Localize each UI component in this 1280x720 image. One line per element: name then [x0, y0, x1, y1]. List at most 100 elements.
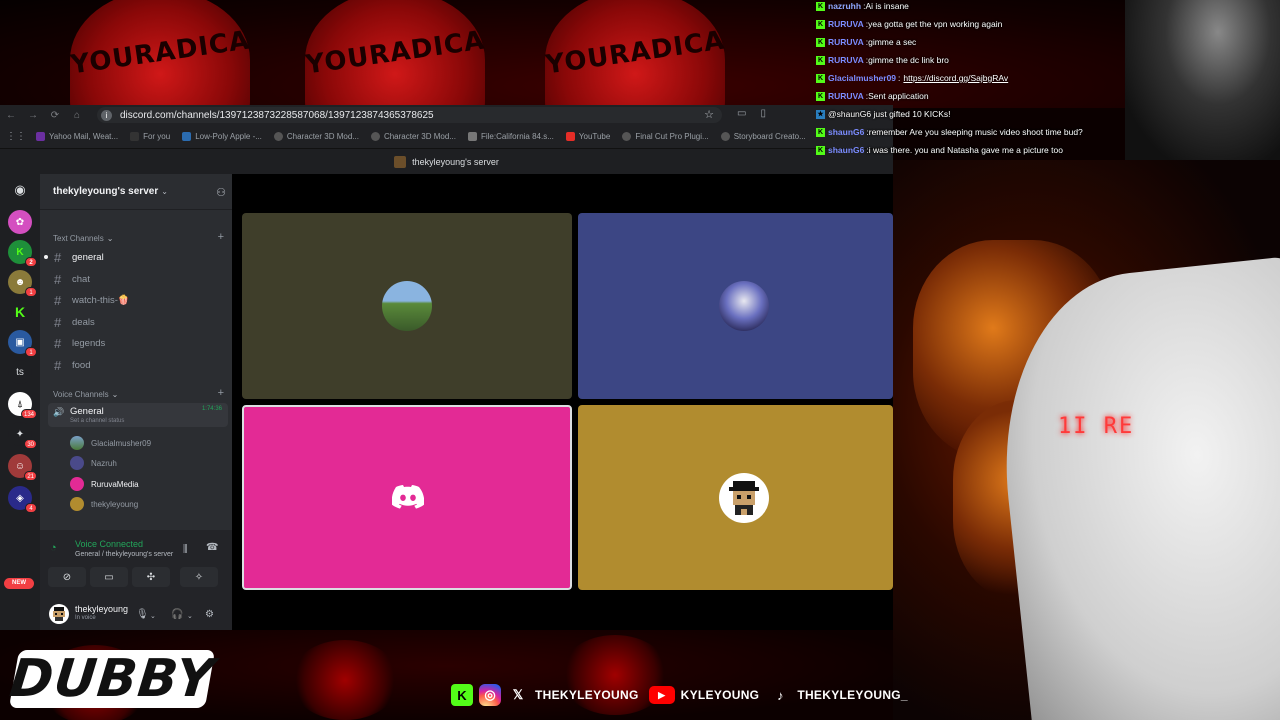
channel-chat[interactable]: # chat [48, 269, 228, 289]
microphone-icon[interactable]: 🎙 [136, 609, 149, 620]
bookmark-item[interactable]: For you [130, 132, 170, 141]
chat-message: KshaunG6: i was there. you and Natasha g… [816, 145, 1063, 155]
bookmark-item[interactable]: Final Cut Pro Plugi... [622, 132, 709, 141]
chevron-down-icon: ⌄ [111, 390, 119, 399]
voice-channel-general[interactable]: 🔊 General 1:74:36 Set a channel status [48, 403, 228, 427]
server-rail: ◉ ✿ K2 ☻ 1 K ▣ 1 ts ⍋ 134 ✦ 30 ☺ 21 ◈ 4 NEW [0, 174, 40, 630]
server-icon[interactable]: ☺ 21 [8, 454, 37, 481]
activities-button[interactable]: ✣ [132, 567, 170, 587]
tiktok-icon: ♪ [777, 687, 784, 703]
reload-icon[interactable]: ⟳ [44, 110, 66, 121]
call-timer: 1:74:36 [201, 406, 222, 412]
back-icon[interactable]: ← [0, 110, 22, 121]
voice-connected-panel: ◔ Voice Connected General / thekyleyoung… [40, 530, 232, 600]
discord-home-icon[interactable]: ◉ [8, 178, 32, 202]
hash-icon: # [54, 314, 62, 330]
server-name: thekyleyoung's server [53, 186, 159, 197]
youtube-icon: ▶ [648, 686, 675, 704]
chevron-down-icon[interactable]: ⌄ [150, 612, 156, 620]
new-badge: NEW [4, 578, 34, 589]
avatar [70, 497, 84, 511]
globe-icon [622, 132, 632, 141]
avatar[interactable] [49, 604, 69, 624]
globe-icon [370, 132, 380, 141]
bookmark-item[interactable]: Yahoo Mail, Weat... [36, 132, 118, 141]
channel-sidebar: thekyleyoung's server ⌄ ⚇ Text Channels ⌄… [40, 174, 232, 630]
extensions-icon[interactable]: ▭ [737, 108, 746, 119]
user-status: In voice [75, 615, 96, 621]
video-off-button[interactable]: ⊘ [48, 567, 86, 587]
server-icon[interactable]: K [8, 300, 32, 324]
participant-tile-speaking[interactable] [242, 405, 572, 590]
led-sign: 1I RE [1058, 414, 1135, 439]
bookmark-item[interactable]: Character 3D Mod... [370, 132, 456, 141]
voice-user[interactable]: Glacialmusher09 [70, 434, 220, 452]
chevron-down-icon: ⌄ [106, 234, 114, 243]
chat-message: KshaunG6: remember Are you sleeping musi… [816, 127, 1083, 137]
server-icon[interactable]: ⍋ 134 [8, 392, 37, 419]
voice-user[interactable]: Nazruh [70, 454, 220, 472]
disconnect-icon[interactable]: ☎ [206, 542, 218, 553]
globe-icon [273, 132, 283, 141]
poly-icon [182, 132, 192, 141]
address-input[interactable]: i discord.com/channels/13971238732285870… [97, 107, 722, 123]
home-icon[interactable]: ⌂ [66, 110, 88, 121]
kick-badge-icon: K [816, 127, 825, 137]
channel-legends[interactable]: # legends [48, 333, 228, 353]
bookmark-star-icon[interactable]: ☆ [704, 108, 714, 121]
server-icon[interactable]: ◈ 4 [8, 486, 37, 513]
soundboard-button[interactable]: ✧ [180, 567, 218, 587]
server-icon[interactable]: ts [8, 360, 32, 384]
hat-graphic: YOURADICA [304, 0, 487, 108]
participant-tile[interactable] [242, 213, 572, 399]
participant-tile[interactable] [578, 405, 893, 590]
category-voice-channels[interactable]: Voice Channels ⌄ [53, 390, 118, 399]
settings-gear-icon[interactable]: ⚙ [205, 609, 214, 620]
forward-icon[interactable]: → [22, 110, 44, 121]
participant-tile[interactable] [578, 213, 893, 399]
channel-general[interactable]: # general [44, 247, 228, 267]
server-icon[interactable]: ✦ 30 [8, 422, 37, 449]
add-user-icon[interactable]: ⚇ [216, 186, 226, 199]
headphones-icon[interactable]: 🎧 [171, 609, 183, 620]
server-icon[interactable]: ▣ 1 [8, 330, 37, 357]
server-icon[interactable]: ✿ [8, 210, 32, 234]
voice-user[interactable]: RuruvaMedia [70, 475, 220, 493]
voice-status-title[interactable]: Voice Connected [75, 539, 143, 549]
chevron-down-icon[interactable]: ⌄ [187, 612, 193, 620]
chat-gift-message: ★ @shaunG6 just gifted 10 KICKs! [816, 109, 951, 119]
voice-user[interactable]: thekyleyoung [70, 495, 220, 513]
bookmark-item[interactable]: Storyboard Creato... [720, 132, 806, 141]
noise-suppression-icon[interactable]: ⫼ [183, 544, 188, 555]
server-icon[interactable]: ☻ 1 [8, 270, 37, 297]
add-channel-icon[interactable]: + [218, 387, 224, 399]
server-icon[interactable]: K2 [8, 240, 37, 267]
avatar [70, 477, 84, 491]
gift-icon: ★ [816, 109, 825, 119]
channel-watch-this[interactable]: # watch-this-🍿 [48, 290, 228, 310]
chat-message: K RURUVA: gimme the dc link bro [816, 55, 949, 65]
apps-grid-icon[interactable]: ⋮⋮ [6, 131, 26, 142]
unread-badge: 30 [24, 439, 37, 449]
channel-food[interactable]: # food [48, 355, 228, 375]
screen-share-button[interactable]: ▭ [90, 567, 128, 587]
sidepanel-icon[interactable]: ▯ [760, 108, 766, 119]
chat-message: K Glacialmusher09: https://discord.gg/Saj… [816, 73, 1009, 83]
hat-graphic: YOURADICA [69, 0, 252, 108]
chat-link[interactable]: https://discord.gg/SajbgRAv [903, 73, 1008, 83]
bookmark-item[interactable]: Low-Poly Apple -... [182, 132, 262, 141]
category-text-channels[interactable]: Text Channels ⌄ [53, 234, 113, 243]
avatar [382, 281, 432, 331]
server-header[interactable]: thekyleyoung's server ⌄ ⚇ [40, 174, 232, 210]
hash-icon: # [54, 292, 62, 308]
channel-deals[interactable]: # deals [48, 312, 228, 332]
channel-status[interactable]: Set a channel status [70, 418, 124, 424]
kick-icon: K [451, 684, 473, 706]
add-channel-icon[interactable]: + [218, 231, 224, 243]
unread-badge: 134 [20, 409, 37, 419]
bookmark-item[interactable]: YouTube [565, 132, 610, 141]
site-info-icon[interactable]: i [101, 109, 112, 121]
bookmark-item[interactable]: File:California 84.s... [467, 132, 554, 141]
bookmark-item[interactable]: Character 3D Mod... [273, 132, 359, 141]
bookmarks-bar: ⋮⋮ Yahoo Mail, Weat... For you Low-Poly … [0, 125, 893, 149]
